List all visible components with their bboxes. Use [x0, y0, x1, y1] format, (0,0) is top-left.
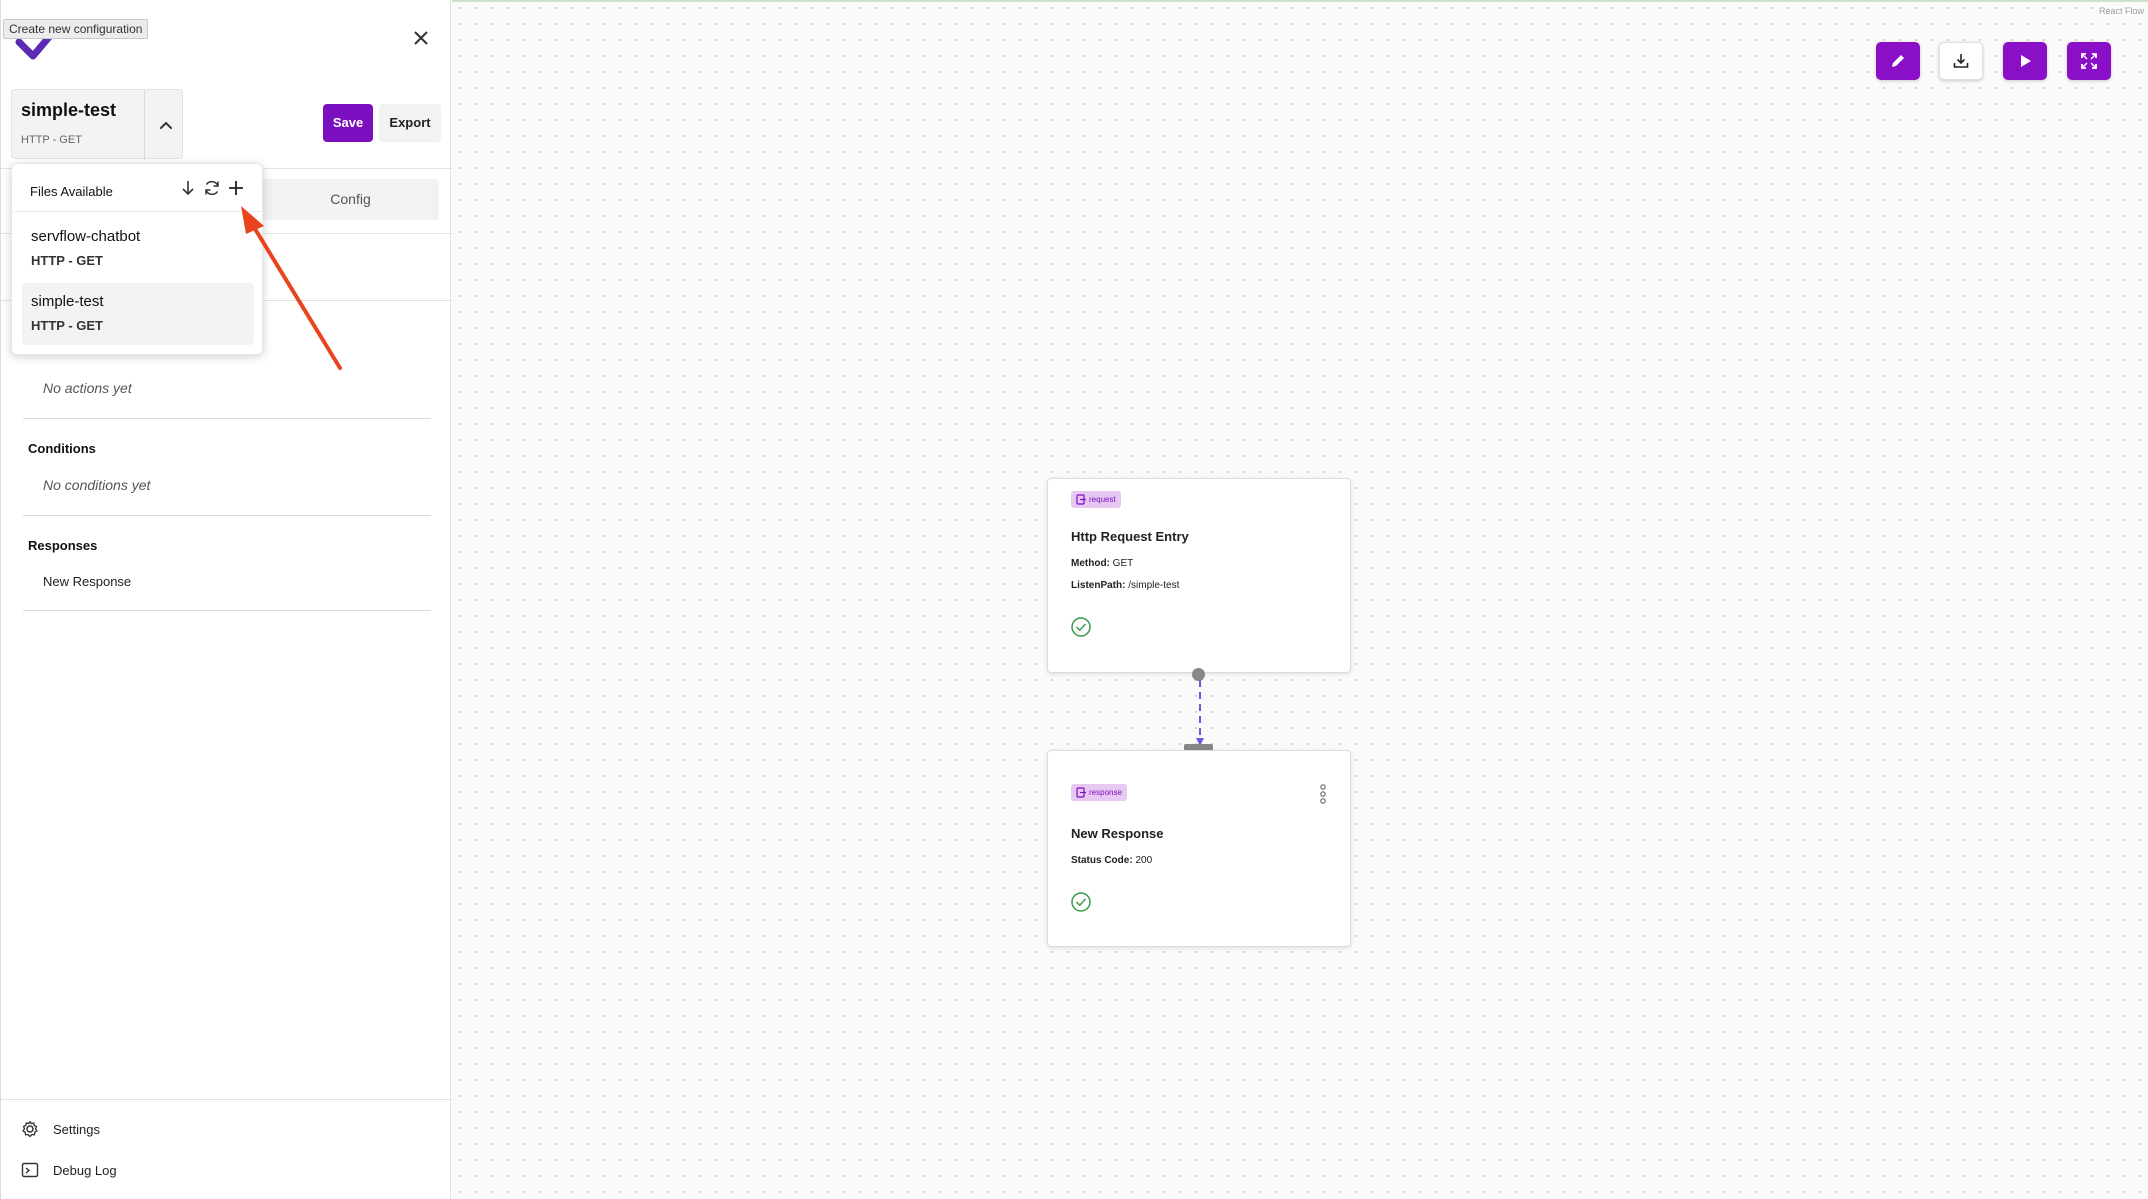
- file-item[interactable]: servflow-chatbot HTTP - GET: [22, 218, 254, 280]
- tab-config[interactable]: Config: [268, 179, 433, 220]
- conditions-empty-text: No conditions yet: [43, 477, 151, 493]
- pencil-icon: [1892, 55, 1904, 67]
- edit-button[interactable]: [1876, 42, 1920, 80]
- response-item[interactable]: New Response: [43, 574, 131, 589]
- close-icon: [414, 31, 428, 45]
- download-button[interactable]: [1939, 42, 1983, 80]
- close-button[interactable]: [407, 24, 435, 52]
- files-available-dropdown: Files Available servflow-chatbot HTTP - …: [11, 163, 264, 355]
- conditions-title: Conditions: [28, 441, 96, 456]
- config-type: HTTP - GET: [21, 134, 82, 146]
- divider: [1, 1099, 452, 1100]
- fullscreen-icon: [2081, 53, 2097, 69]
- node-title: New Response: [1071, 826, 1164, 841]
- check-circle-icon: [1071, 892, 1091, 912]
- refresh-icon[interactable]: [202, 178, 222, 198]
- chevron-up-icon[interactable]: [155, 114, 177, 136]
- response-icon: [1076, 787, 1086, 798]
- download-icon[interactable]: [178, 178, 198, 198]
- debug-log-nav-item[interactable]: Debug Log: [21, 1158, 117, 1182]
- top-strip: [452, 0, 2148, 2]
- export-button[interactable]: Export: [379, 104, 441, 142]
- file-name: simple-test: [31, 293, 104, 310]
- config-selector[interactable]: simple-test HTTP - GET: [11, 89, 183, 160]
- flow-edge: [1196, 680, 1204, 746]
- selector-divider: [144, 90, 145, 160]
- download-icon: [1953, 54, 1969, 68]
- divider: [23, 418, 431, 419]
- sidebar: Create new configuration simple-test HTT…: [0, 0, 452, 1199]
- node-prop-status-code: Status Code: 200: [1071, 855, 1152, 866]
- debug-log-label: Debug Log: [53, 1162, 117, 1178]
- request-icon: [1076, 494, 1086, 505]
- divider: [12, 211, 264, 212]
- more-vertical-icon[interactable]: [1318, 783, 1328, 805]
- settings-label: Settings: [53, 1121, 100, 1137]
- gear-icon: [22, 1120, 38, 1138]
- prop-value: GET: [1112, 558, 1134, 569]
- fit-view-button[interactable]: [2067, 42, 2111, 80]
- node-prop-method: Method: GET: [1071, 558, 1133, 569]
- response-node[interactable]: response New Response Status Code: 200: [1047, 750, 1351, 947]
- run-button[interactable]: [2003, 42, 2047, 80]
- http-request-node[interactable]: request Http Request Entry Method: GET L…: [1047, 478, 1351, 673]
- node-badge-label: response: [1089, 788, 1122, 797]
- divider: [23, 515, 431, 516]
- prop-label: Method:: [1071, 558, 1110, 569]
- play-icon: [2021, 55, 2031, 67]
- prop-value: /simple-test: [1128, 580, 1180, 591]
- check-circle-icon: [1071, 617, 1091, 637]
- prop-label: ListenPath:: [1071, 580, 1126, 591]
- save-button[interactable]: Save: [323, 104, 373, 142]
- file-type: HTTP - GET: [31, 253, 103, 268]
- files-header: Files Available: [30, 184, 113, 199]
- node-badge: response: [1071, 784, 1127, 801]
- file-item[interactable]: simple-test HTTP - GET: [22, 283, 254, 345]
- divider: [23, 610, 431, 611]
- prop-label: Status Code:: [1071, 855, 1133, 866]
- actions-empty-text: No actions yet: [43, 380, 132, 396]
- file-name: servflow-chatbot: [31, 228, 141, 245]
- react-flow-attribution[interactable]: React Flow: [2099, 6, 2145, 16]
- prop-value: 200: [1135, 855, 1153, 866]
- create-config-tooltip: Create new configuration: [3, 19, 149, 39]
- node-prop-listenpath: ListenPath: /simple-test: [1071, 580, 1179, 591]
- responses-title: Responses: [28, 538, 98, 553]
- plus-icon[interactable]: [226, 178, 246, 198]
- file-type: HTTP - GET: [31, 318, 103, 333]
- settings-nav-item[interactable]: Settings: [21, 1117, 100, 1141]
- config-name: simple-test: [21, 100, 117, 120]
- terminal-icon: [21, 1162, 39, 1178]
- node-title: Http Request Entry: [1071, 529, 1189, 544]
- node-badge: request: [1071, 491, 1121, 508]
- node-badge-label: request: [1089, 495, 1116, 504]
